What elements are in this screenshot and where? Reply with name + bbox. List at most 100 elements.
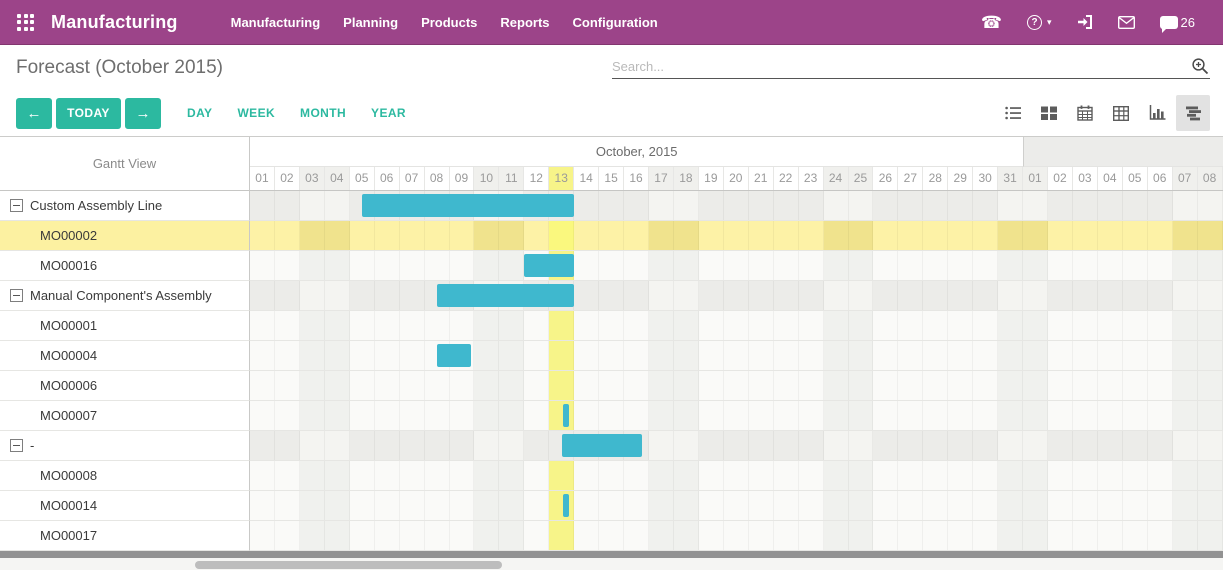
gantt-bar-mo00014[interactable] bbox=[563, 494, 570, 517]
search-input[interactable] bbox=[612, 58, 1191, 74]
gantt-bar-item[interactable] bbox=[561, 434, 642, 457]
row-label-mo00006[interactable]: MO00006 bbox=[0, 371, 250, 401]
row-label-mo00014[interactable]: MO00014 bbox=[0, 491, 250, 521]
next-button[interactable]: → bbox=[125, 97, 161, 129]
gantt-row-mo00014: MO00014 bbox=[0, 491, 1223, 521]
month-header-2 bbox=[1023, 137, 1223, 167]
timeline-cell bbox=[624, 371, 649, 400]
timeline-cell bbox=[748, 431, 774, 460]
gantt-bar-mo00004[interactable] bbox=[437, 344, 471, 367]
timeline-cell bbox=[1048, 431, 1073, 460]
scale-day[interactable]: DAY bbox=[187, 106, 212, 120]
timeline-cell bbox=[1023, 461, 1048, 490]
envelope-icon[interactable] bbox=[1117, 15, 1135, 29]
row-label-mo00001[interactable]: MO00001 bbox=[0, 311, 250, 341]
scrollbar-thumb[interactable] bbox=[195, 561, 502, 569]
timeline-cell bbox=[574, 401, 600, 430]
timeline-cell bbox=[1097, 341, 1123, 370]
timeline-cell bbox=[1147, 431, 1173, 460]
menu-item-products[interactable]: Products bbox=[421, 15, 477, 30]
timeline-cell bbox=[449, 221, 475, 250]
timeline-cell bbox=[1023, 221, 1048, 250]
view-calendar-button[interactable] bbox=[1068, 95, 1102, 131]
day-header-cell: 26 bbox=[873, 167, 899, 190]
row-label-mo00002[interactable]: MO00002 bbox=[0, 221, 250, 251]
row-label-mo00016[interactable]: MO00016 bbox=[0, 251, 250, 281]
collapse-icon[interactable] bbox=[10, 289, 23, 302]
timeline-cell bbox=[923, 431, 949, 460]
scale-month[interactable]: MONTH bbox=[300, 106, 346, 120]
timeline-cell bbox=[798, 191, 824, 220]
timeline-cell bbox=[574, 281, 600, 310]
timeline-cell bbox=[1023, 491, 1048, 520]
timeline-cell bbox=[599, 401, 625, 430]
timeline-cell bbox=[1172, 461, 1198, 490]
search-zoom-icon[interactable] bbox=[1191, 57, 1210, 76]
row-label-mo00007[interactable]: MO00007 bbox=[0, 401, 250, 431]
row-timeline bbox=[250, 461, 1223, 491]
row-label-mo00004[interactable]: MO00004 bbox=[0, 341, 250, 371]
view-gantt-button[interactable] bbox=[1176, 95, 1210, 131]
timeline-cell bbox=[499, 461, 525, 490]
timeline-cell bbox=[349, 431, 375, 460]
row-timeline bbox=[250, 341, 1223, 371]
collapse-icon[interactable] bbox=[10, 439, 23, 452]
timeline-cell bbox=[349, 341, 375, 370]
app-brand[interactable]: Manufacturing bbox=[51, 12, 178, 33]
gantt-bar-mo00007[interactable] bbox=[563, 404, 570, 427]
timeline-cell bbox=[823, 221, 849, 250]
timeline-cell bbox=[624, 311, 649, 340]
row-label-custom-assembly-line[interactable]: Custom Assembly Line bbox=[0, 191, 250, 221]
timeline-cell bbox=[1048, 341, 1073, 370]
menu-item-reports[interactable]: Reports bbox=[500, 15, 549, 30]
timeline-cell bbox=[1172, 311, 1198, 340]
row-label-manual-component-s-assembly[interactable]: Manual Component's Assembly bbox=[0, 281, 250, 311]
timeline-cell bbox=[673, 251, 699, 280]
view-list-button[interactable] bbox=[996, 95, 1030, 131]
timeline-cell bbox=[374, 221, 400, 250]
timeline-cell bbox=[1147, 521, 1173, 550]
gantt-bar-manual-component-s-assembly[interactable] bbox=[437, 284, 575, 307]
row-label-item[interactable]: - bbox=[0, 431, 250, 461]
collapse-icon[interactable] bbox=[10, 199, 23, 212]
graph-view-icon bbox=[1149, 105, 1166, 121]
prev-button[interactable]: ← bbox=[16, 97, 52, 129]
menu-item-planning[interactable]: Planning bbox=[343, 15, 398, 30]
timeline-cell bbox=[798, 461, 824, 490]
view-graph-button[interactable] bbox=[1140, 95, 1174, 131]
timeline-cell bbox=[1048, 461, 1073, 490]
menu-item-manufacturing[interactable]: Manufacturing bbox=[231, 15, 321, 30]
timeline-cell bbox=[250, 521, 275, 550]
timeline-cell bbox=[299, 251, 325, 280]
phone-icon[interactable]: ☎ bbox=[981, 14, 1002, 31]
timeline-cell bbox=[823, 401, 849, 430]
timeline-cell bbox=[250, 431, 275, 460]
scale-year[interactable]: YEAR bbox=[371, 106, 406, 120]
view-kanban-button[interactable] bbox=[1032, 95, 1066, 131]
gantt-bar-custom-assembly-line[interactable] bbox=[362, 194, 575, 217]
timeline-cell bbox=[274, 221, 300, 250]
apps-grid-icon[interactable] bbox=[17, 13, 34, 31]
timeline-cell bbox=[524, 491, 550, 520]
row-label-mo00017[interactable]: MO00017 bbox=[0, 521, 250, 551]
messages-indicator[interactable]: 26 bbox=[1159, 15, 1195, 33]
timeline-cell bbox=[973, 401, 999, 430]
timeline-cell bbox=[1197, 251, 1223, 280]
timeline-cell bbox=[250, 191, 275, 220]
view-pivot-button[interactable] bbox=[1104, 95, 1138, 131]
help-menu[interactable]: ? ▾ bbox=[1027, 14, 1052, 30]
scale-week[interactable]: WEEK bbox=[237, 106, 275, 120]
timeline-cell bbox=[1023, 431, 1048, 460]
today-button[interactable]: TODAY bbox=[56, 97, 121, 129]
timeline-cell bbox=[399, 251, 425, 280]
sign-in-icon[interactable] bbox=[1077, 14, 1093, 30]
timeline-cell bbox=[524, 221, 550, 250]
timeline-cell bbox=[723, 371, 749, 400]
timeline-cell bbox=[499, 341, 525, 370]
gantt-bar-mo00016[interactable] bbox=[524, 254, 575, 277]
timeline-cell bbox=[823, 491, 849, 520]
row-timeline bbox=[250, 371, 1223, 401]
row-label-mo00008[interactable]: MO00008 bbox=[0, 461, 250, 491]
timeline-cell bbox=[698, 431, 724, 460]
menu-item-configuration[interactable]: Configuration bbox=[573, 15, 658, 30]
